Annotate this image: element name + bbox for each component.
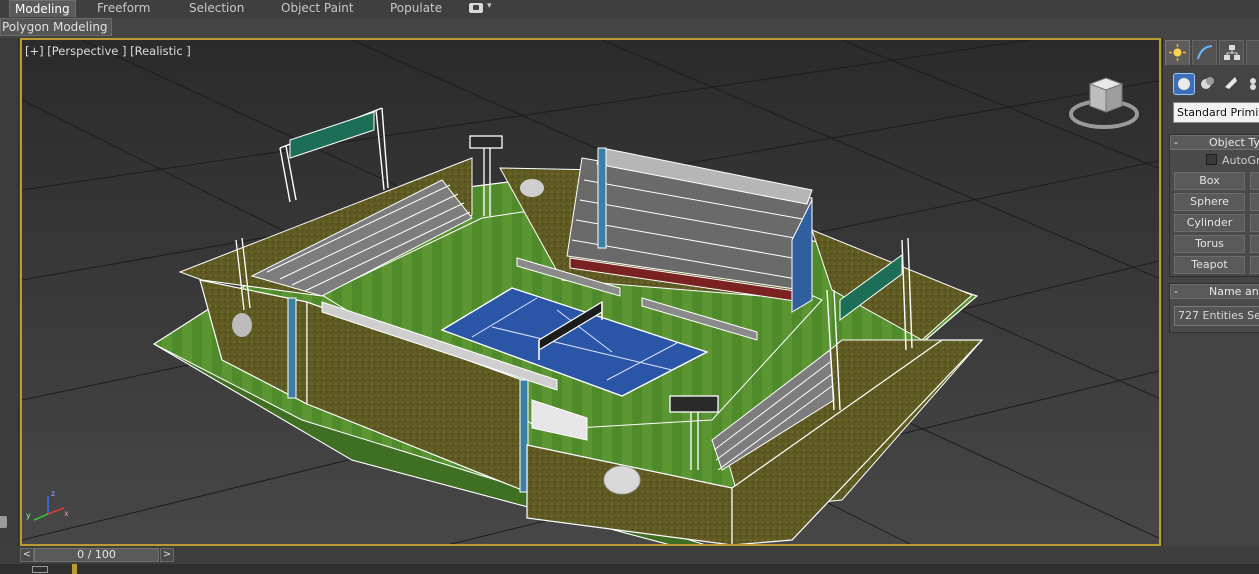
name-and-color-header[interactable]: - Name and Color [1170, 284, 1259, 299]
options-icon[interactable] [469, 3, 483, 13]
object-category-icons [1173, 73, 1259, 97]
object-type-header[interactable]: - Object Type [1170, 135, 1259, 150]
grandstand-pillar-left [597, 147, 607, 249]
object-name-field[interactable]: 727 Entities Selected [1174, 306, 1259, 326]
command-panel-tabs [1163, 40, 1259, 66]
geometry-icon[interactable] [1173, 73, 1195, 95]
perspective-viewport[interactable]: [+] [Perspective ] [Realistic ] z x y [20, 38, 1161, 546]
checkbox-icon[interactable] [1206, 154, 1217, 165]
ribbon-tab-bar: Modeling Freeform Selection Object Paint… [0, 0, 1259, 17]
cylinder-button[interactable]: Cylinder [1174, 214, 1245, 232]
pyramid-button[interactable] [1250, 235, 1259, 253]
track-bar[interactable] [0, 564, 1259, 574]
create-icon[interactable] [1165, 40, 1190, 65]
autogrid-checkbox[interactable]: AutoGrid [1206, 154, 1259, 167]
chevron-down-icon[interactable]: ▾ [487, 1, 492, 11]
axis-tripod-icon: z x y [26, 489, 69, 521]
tab-polygon-modeling[interactable]: Polygon Modeling [0, 18, 112, 36]
stadium-scene [22, 40, 1159, 544]
tab-object-paint[interactable]: Object Paint [281, 0, 354, 17]
key-filter-icon[interactable] [32, 566, 48, 573]
torus-button[interactable]: Torus [1174, 235, 1245, 253]
lights-icon[interactable] [1221, 73, 1243, 95]
teapot-button[interactable]: Teapot [1174, 256, 1245, 274]
next-frame-button[interactable]: > [160, 548, 174, 562]
viewcube-icon[interactable] [1068, 74, 1142, 132]
command-panel: Standard Primitives - Object Type AutoGr… [1162, 38, 1259, 546]
wall-pillar-left [287, 297, 297, 399]
object-category-dropdown[interactable]: Standard Primitives [1173, 102, 1259, 123]
tab-selection[interactable]: Selection [189, 0, 244, 17]
cone-button[interactable] [1250, 172, 1259, 190]
tab-freeform[interactable]: Freeform [97, 0, 150, 17]
time-slider-bar: < 0 / 100 > [0, 546, 1259, 574]
time-marker[interactable] [72, 564, 77, 574]
ribbon-subtab-bar: Polygon Modeling [0, 17, 1259, 38]
name-and-color-title: Name and Color [1209, 285, 1259, 298]
cameras-icon[interactable] [1245, 73, 1259, 95]
motion-icon[interactable] [1246, 40, 1259, 65]
modify-icon[interactable] [1192, 40, 1217, 65]
time-slider[interactable]: 0 / 100 [34, 548, 159, 562]
axis-z-label: z [51, 489, 55, 498]
prev-frame-button[interactable]: < [20, 548, 34, 562]
box-button[interactable]: Box [1174, 172, 1245, 190]
autogrid-label: AutoGrid [1222, 154, 1259, 167]
toolbar-handle[interactable] [0, 516, 7, 528]
axis-x-label: x [64, 509, 69, 518]
viewport-label[interactable]: [+] [Perspective ] [Realistic ] [25, 44, 191, 58]
tab-modeling[interactable]: Modeling [9, 0, 76, 17]
hierarchy-icon[interactable] [1219, 40, 1244, 65]
axis-y-label: y [26, 511, 31, 520]
tube-button[interactable] [1250, 214, 1259, 232]
object-type-rollout: - Object Type AutoGrid Box Sphere Cylind… [1169, 134, 1259, 277]
sphere-button[interactable]: Sphere [1174, 193, 1245, 211]
plane-button[interactable] [1250, 256, 1259, 274]
shapes-icon[interactable] [1197, 73, 1219, 95]
name-and-color-rollout: - Name and Color 727 Entities Selected [1169, 283, 1259, 333]
tab-populate[interactable]: Populate [390, 0, 442, 17]
object-type-title: Object Type [1209, 136, 1259, 149]
geosphere-button[interactable] [1250, 193, 1259, 211]
left-toolbar-strip [0, 38, 19, 546]
